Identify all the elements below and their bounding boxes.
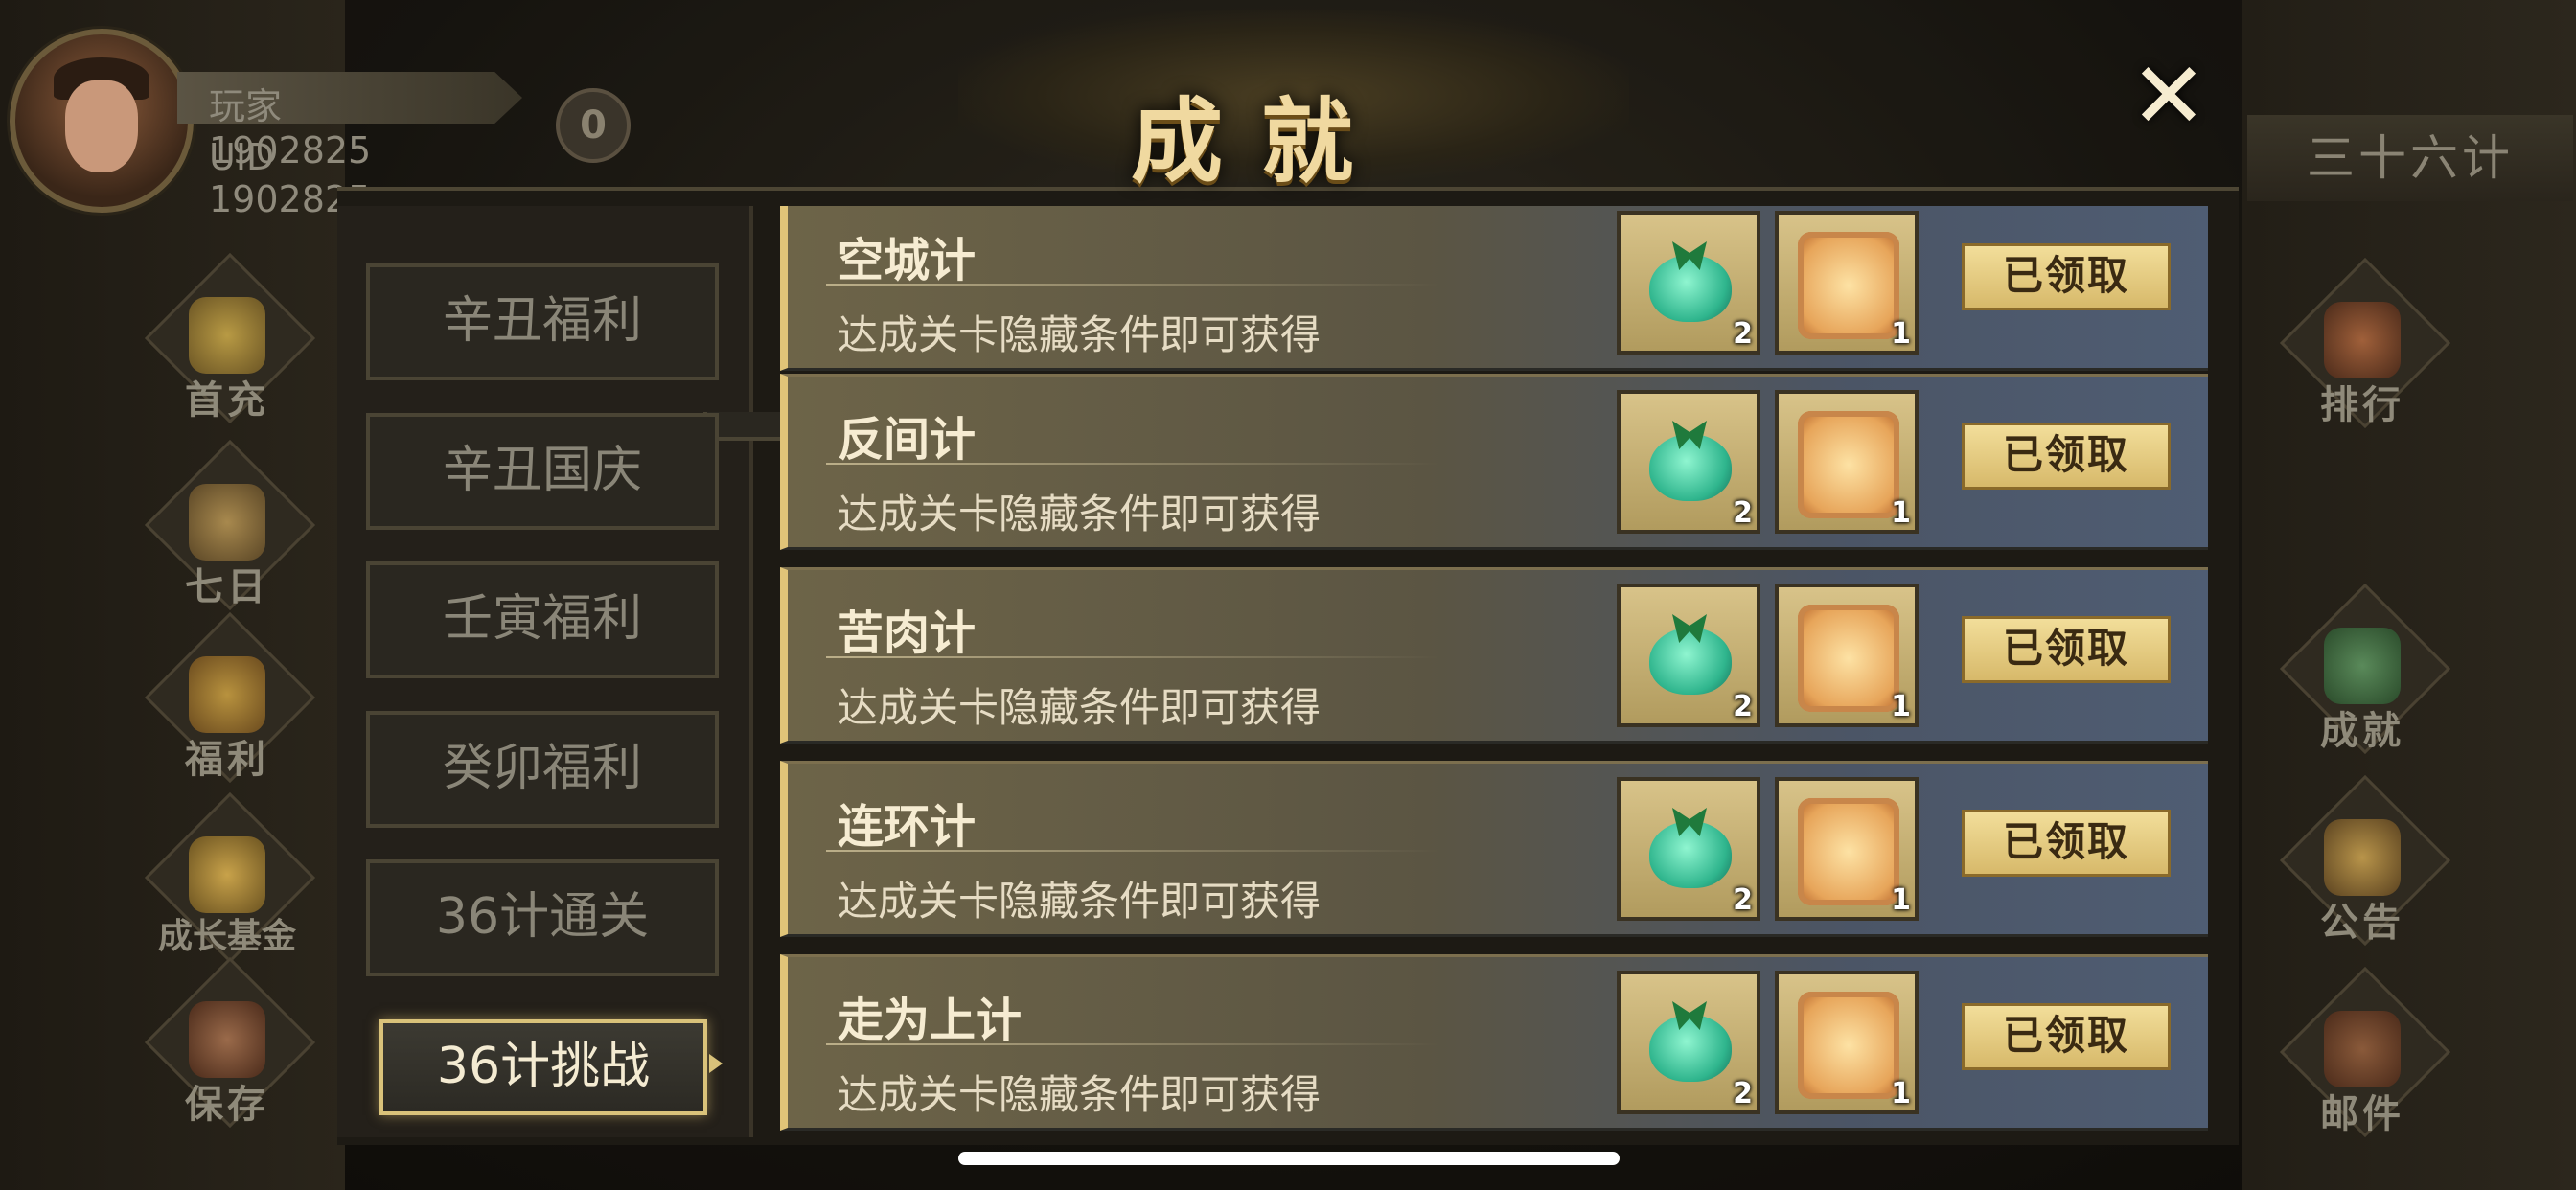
mail-box-icon bbox=[2324, 1011, 2401, 1087]
reward-scroll-item[interactable]: 1 bbox=[1775, 390, 1919, 534]
reward-count: 1 bbox=[1891, 317, 1911, 351]
achievement-list[interactable]: 空城计 达成关卡隐藏条件即可获得 2 1 已领取 反间计 达成关卡隐藏条件即可获… bbox=[757, 206, 2233, 1141]
reward-count: 2 bbox=[1733, 690, 1753, 723]
scroll-icon bbox=[1798, 798, 1899, 905]
jade-achievement-icon bbox=[2324, 628, 2401, 704]
reward-scroll-item[interactable]: 1 bbox=[1775, 777, 1919, 921]
achievement-desc: 达成关卡隐藏条件即可获得 bbox=[838, 491, 1322, 538]
save-button[interactable]: 保存 bbox=[144, 956, 316, 1131]
welfare-label: 福利 bbox=[185, 738, 269, 782]
tab-xinchou-welfare[interactable]: 辛丑福利 bbox=[366, 263, 719, 380]
reward-count: 2 bbox=[1733, 317, 1753, 351]
welfare-button[interactable]: 福利 bbox=[144, 611, 316, 786]
achievement-button[interactable]: 成就 bbox=[2279, 583, 2451, 757]
reward-jade-item[interactable]: 2 bbox=[1617, 777, 1760, 921]
growth-fund-button[interactable]: 成长基金 bbox=[144, 791, 316, 966]
scroll-icon bbox=[1798, 605, 1899, 712]
close-icon[interactable]: ✕ bbox=[2126, 50, 2212, 142]
mail-label: 邮件 bbox=[2320, 1092, 2404, 1136]
achievement-name: 空城计 bbox=[838, 234, 977, 287]
tab-36-challenge[interactable]: 36计挑战 bbox=[380, 1019, 707, 1115]
jade-icon bbox=[1649, 628, 1732, 695]
ranking-label: 排行 bbox=[2320, 383, 2404, 427]
first-charge-button[interactable]: 首充 bbox=[144, 252, 316, 426]
achievement-desc: 达成关卡隐藏条件即可获得 bbox=[838, 1071, 1322, 1118]
reward-count: 1 bbox=[1891, 496, 1911, 530]
growth-fund-label: 成长基金 bbox=[157, 917, 296, 956]
achievement-name: 连环计 bbox=[838, 800, 977, 854]
treasure-chest-icon bbox=[189, 656, 265, 733]
gold-pile-icon bbox=[189, 836, 265, 913]
reward-count: 2 bbox=[1733, 496, 1753, 530]
horn-icon bbox=[2324, 819, 2401, 896]
achievement-desc: 达成关卡隐藏条件即可获得 bbox=[838, 311, 1322, 358]
achievement-desc: 达成关卡隐藏条件即可获得 bbox=[838, 684, 1322, 731]
seven-day-button[interactable]: 七日 bbox=[144, 439, 316, 613]
claimed-button[interactable]: 已领取 bbox=[1962, 810, 2171, 877]
reward-scroll-item[interactable]: 1 bbox=[1775, 584, 1919, 727]
scroll-icon bbox=[1798, 992, 1899, 1099]
scroll-seven-icon bbox=[189, 484, 265, 561]
claimed-button[interactable]: 已领取 bbox=[1962, 1003, 2171, 1070]
reward-scroll-item[interactable]: 1 bbox=[1775, 211, 1919, 355]
home-indicator[interactable] bbox=[958, 1152, 1620, 1165]
achievement-row: 反间计 达成关卡隐藏条件即可获得 2 1 已领取 bbox=[780, 374, 2208, 550]
claimed-button[interactable]: 已领取 bbox=[1962, 243, 2171, 310]
reward-scroll-item[interactable]: 1 bbox=[1775, 971, 1919, 1114]
announcement-label: 公告 bbox=[2320, 901, 2404, 945]
jade-icon bbox=[1649, 434, 1732, 501]
achievement-row: 苦肉计 达成关卡隐藏条件即可获得 2 1 已领取 bbox=[780, 567, 2208, 744]
reward-jade-item[interactable]: 2 bbox=[1617, 211, 1760, 355]
achievement-row: 走为上计 达成关卡隐藏条件即可获得 2 1 已领取 bbox=[780, 954, 2208, 1131]
achievement-row: 空城计 达成关卡隐藏条件即可获得 2 1 已领取 bbox=[780, 206, 2208, 371]
seven-day-label: 七日 bbox=[185, 565, 269, 609]
save-label: 保存 bbox=[185, 1083, 269, 1127]
ranking-pavilion-icon bbox=[2324, 302, 2401, 378]
stratagem-title[interactable]: 三十六计 bbox=[2247, 115, 2573, 201]
claimed-button[interactable]: 已领取 bbox=[1962, 423, 2171, 490]
currency-badge[interactable]: 0 bbox=[556, 88, 631, 163]
gold-coins-icon bbox=[189, 297, 265, 374]
tab-xinchou-national-day[interactable]: 辛丑国庆 bbox=[366, 413, 719, 530]
player-avatar[interactable] bbox=[10, 29, 194, 213]
modal-title: 成就 bbox=[1131, 88, 1392, 195]
reward-jade-item[interactable]: 2 bbox=[1617, 584, 1760, 727]
achievement-name: 苦肉计 bbox=[838, 606, 977, 660]
save-scroll-icon bbox=[189, 1001, 265, 1078]
tab-renyin-welfare[interactable]: 壬寅福利 bbox=[366, 561, 719, 678]
scroll-icon bbox=[1798, 232, 1899, 339]
achievement-label: 成就 bbox=[2320, 709, 2404, 753]
announcement-button[interactable]: 公告 bbox=[2279, 774, 2451, 949]
jade-icon bbox=[1649, 255, 1732, 322]
reward-jade-item[interactable]: 2 bbox=[1617, 971, 1760, 1114]
reward-count: 2 bbox=[1733, 883, 1753, 917]
jade-icon bbox=[1649, 821, 1732, 888]
ranking-button[interactable]: 排行 bbox=[2279, 257, 2451, 431]
tab-36-clear[interactable]: 36计通关 bbox=[366, 859, 719, 976]
achievement-name: 反间计 bbox=[838, 413, 977, 467]
left-hud: 玩家1902825 UID 1902825 0 首充 七日 福利 成长基金 保存 bbox=[0, 0, 631, 1190]
reward-count: 1 bbox=[1891, 1077, 1911, 1110]
scroll-icon bbox=[1798, 411, 1899, 518]
jade-icon bbox=[1649, 1015, 1732, 1082]
achievement-desc: 达成关卡隐藏条件即可获得 bbox=[838, 878, 1322, 925]
claimed-button[interactable]: 已领取 bbox=[1962, 616, 2171, 683]
active-tab-arrow-icon bbox=[709, 1054, 723, 1073]
reward-count: 1 bbox=[1891, 883, 1911, 917]
tab-guimao-welfare[interactable]: 癸卯福利 bbox=[366, 711, 719, 828]
mail-button[interactable]: 邮件 bbox=[2279, 966, 2451, 1140]
reward-count: 2 bbox=[1733, 1077, 1753, 1110]
achievement-name: 走为上计 bbox=[838, 994, 1023, 1047]
avatar-face bbox=[65, 80, 138, 172]
achievement-row: 连环计 达成关卡隐藏条件即可获得 2 1 已领取 bbox=[780, 761, 2208, 937]
reward-jade-item[interactable]: 2 bbox=[1617, 390, 1760, 534]
first-charge-label: 首充 bbox=[185, 378, 269, 423]
reward-count: 1 bbox=[1891, 690, 1911, 723]
